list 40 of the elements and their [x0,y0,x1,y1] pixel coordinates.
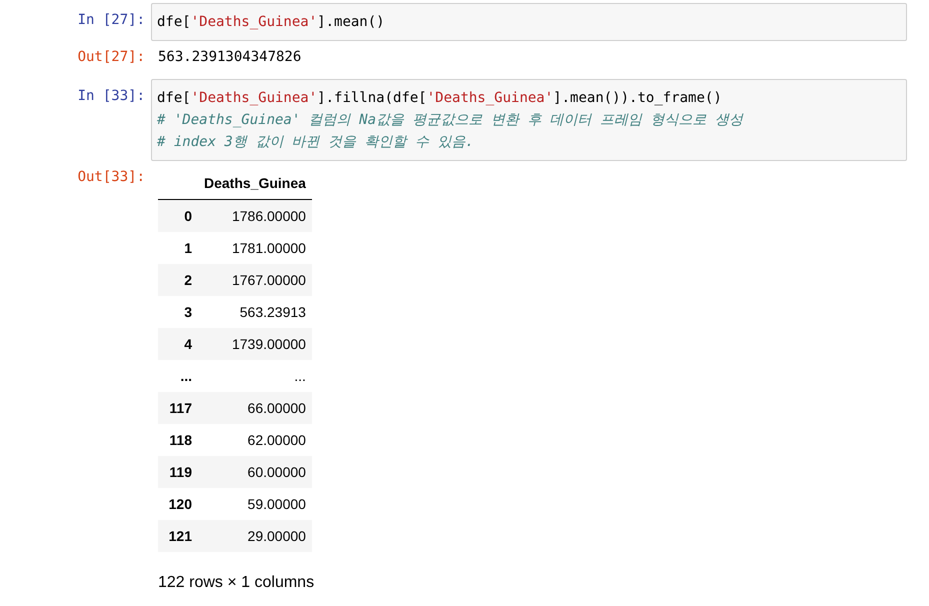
code-cell[interactable]: dfe['Deaths_Guinea'].mean() [151,3,907,41]
row-index: ... [158,360,198,392]
row-index: 117 [158,392,198,424]
row-index: 1 [158,232,198,264]
code-comment: # index 3행 값이 바뀐 것을 확인할 수 있음. [157,134,474,150]
code-text: ].mean() [317,14,385,30]
output-prompt: Out[33]: [78,169,145,185]
code-cell[interactable]: dfe['Deaths_Guinea'].fillna(dfe['Deaths_Guinea'].mean()).to_frame() # 'Deaths_Guinea' 컬럼의 Na값을 평균값으로 변환 후 데이터 프레임 형식으로 생성 # index 3행 값이 바뀐 것을 확인할 수 있음. [151,79,907,161]
table-cell: 59.00000 [198,488,312,520]
table-cell: 1786.00000 [198,200,312,232]
row-index: 2 [158,264,198,296]
row-index: 118 [158,424,198,456]
table-cell: 60.00000 [198,456,312,488]
code-text: ].fillna(dfe[ [317,90,427,106]
row-index: 0 [158,200,198,232]
row-count-label: 122 rows × 1 columns [158,574,314,591]
table-cell: 1767.00000 [198,264,312,296]
output-prompt: Out[27]: [78,49,145,65]
row-index: 4 [158,328,198,360]
code-text: dfe[ [157,14,191,30]
input-prompt: In [33]: [78,87,145,104]
table-cell: 1781.00000 [198,232,312,264]
output-text: 563.2391304347826 [158,49,302,65]
row-index: 121 [158,520,198,552]
code-comment: # 'Deaths_Guinea' 컬럼의 Na값을 평균값으로 변환 후 데이터 프레임 형식으로 생성 [157,112,744,128]
code-text: dfe[ [157,90,191,106]
table-cell: 1739.00000 [198,328,312,360]
table-cell: 66.00000 [198,392,312,424]
input-prompt: In [27]: [78,11,145,28]
string-literal: 'Deaths_Guinea' [190,90,318,106]
string-literal: 'Deaths_Guinea' [426,90,554,106]
row-index: 3 [158,296,198,328]
table-cell: 29.00000 [198,520,312,552]
string-literal: 'Deaths_Guinea' [190,14,318,30]
row-index: 119 [158,456,198,488]
row-index: 120 [158,488,198,520]
code-text: ].mean()).to_frame() [553,90,722,106]
table-cell: 62.00000 [198,424,312,456]
table-cell: ... [198,360,312,392]
table-cell: 563.23913 [198,296,312,328]
